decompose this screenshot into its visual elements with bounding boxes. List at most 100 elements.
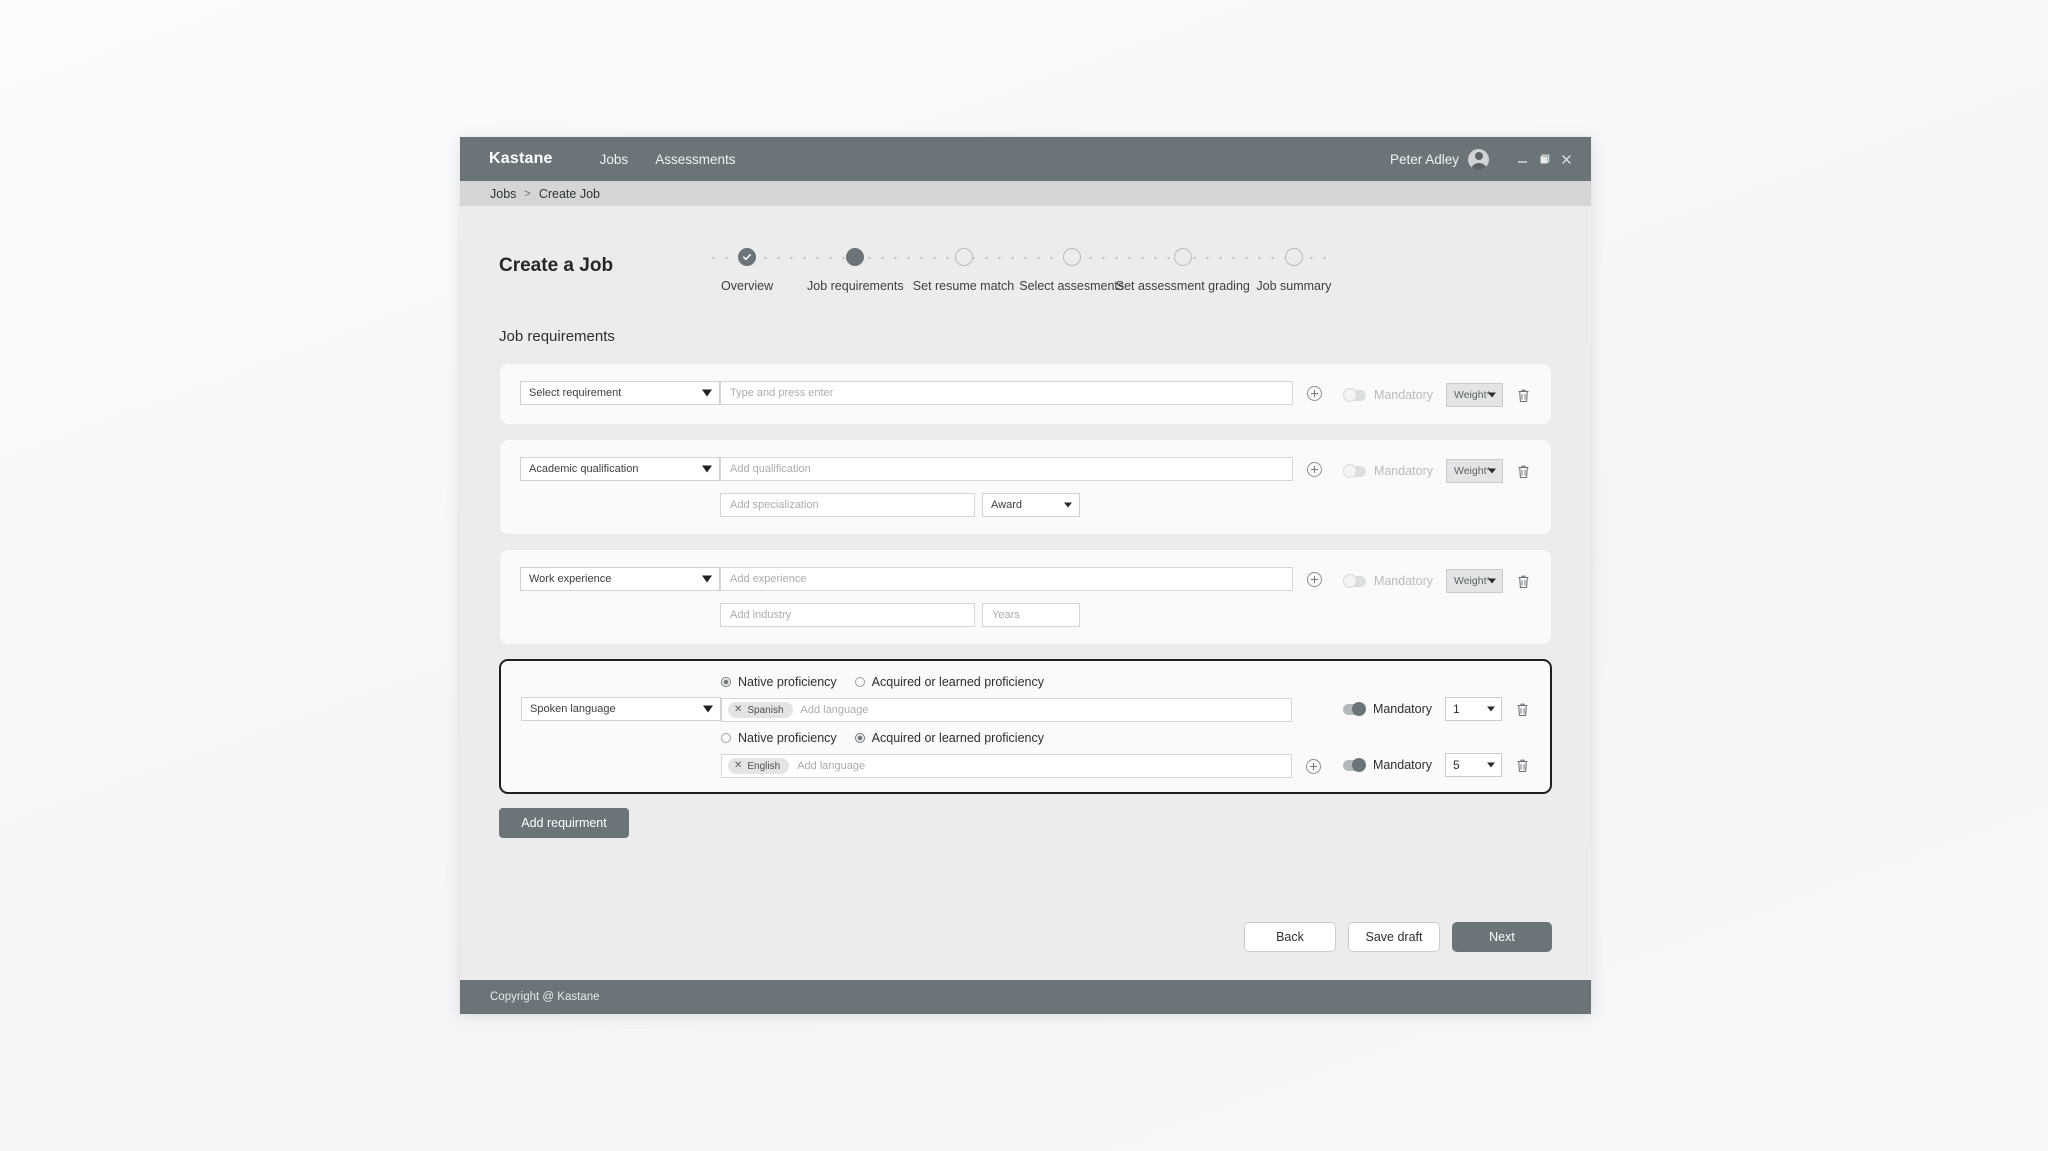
step-set-assessment-grading[interactable]: Set assessment grading (1116, 236, 1250, 293)
copyright-text: Copyright @ Kastane (490, 991, 600, 1003)
requirement-type-value: Spoken language (530, 703, 616, 715)
add-value-plus-icon[interactable] (1306, 571, 1322, 587)
step-job-requirements[interactable]: Job requirements (801, 236, 909, 293)
language-fields-column: Native proficiency Acquired or learned p… (721, 731, 1321, 778)
chevron-down-icon (1488, 392, 1496, 398)
mandatory-toggle[interactable] (1342, 574, 1366, 588)
step-label: Set assessment grading (1115, 279, 1250, 293)
language-placeholder: Add language (800, 704, 869, 716)
add-value-plus-icon[interactable] (1305, 758, 1321, 774)
years-placeholder: Years (992, 609, 1020, 621)
language-row: Spoken language Native proficiency Acqui… (521, 675, 1530, 722)
language-controls-column: Mandatory 1 (1321, 675, 1530, 721)
radio-acquired-proficiency[interactable]: Acquired or learned proficiency (854, 731, 1044, 745)
award-select[interactable]: Award (982, 493, 1080, 517)
weight-select[interactable]: Weight* (1446, 459, 1503, 483)
radio-dot-icon (854, 677, 865, 687)
toggle-knob (1351, 702, 1366, 716)
weight-select[interactable]: Weight* (1446, 569, 1503, 593)
experience-input[interactable]: Add experience (720, 567, 1293, 591)
step-job-summary[interactable]: Job summary (1240, 236, 1348, 293)
step-overview[interactable]: Overview (693, 236, 801, 293)
mandatory-label: Mandatory (1373, 388, 1433, 402)
step-set-resume-match[interactable]: Set resume match (909, 236, 1017, 293)
form-actions: Back Save draft Next (1244, 922, 1552, 952)
breadcrumb: Jobs > Create Job (460, 181, 1591, 206)
requirement-type-column: Academic qualification (520, 457, 720, 481)
minimize-icon[interactable] (1511, 148, 1533, 170)
requirement-type-value: Work experience (529, 573, 612, 585)
weight-select[interactable]: Weight* (1446, 383, 1503, 407)
next-button[interactable]: Next (1452, 922, 1552, 952)
radio-label: Acquired or learned proficiency (871, 675, 1044, 689)
requirement-type-select[interactable]: Select requirement (520, 381, 720, 405)
requirement-type-select[interactable]: Work experience (520, 567, 720, 591)
weight-select[interactable]: 5 (1445, 753, 1502, 777)
mandatory-toggle[interactable] (1342, 464, 1366, 478)
mandatory-toggle[interactable] (1342, 702, 1366, 716)
back-button[interactable]: Back (1244, 922, 1336, 952)
radio-acquired-proficiency[interactable]: Acquired or learned proficiency (854, 675, 1044, 689)
requirement-type-select[interactable]: Spoken language (521, 697, 721, 721)
requirement-type-value: Select requirement (529, 387, 622, 399)
close-icon[interactable] (1555, 148, 1577, 170)
requirement-type-select[interactable]: Academic qualification (520, 457, 720, 481)
nav-item-assessments[interactable]: Assessments (655, 152, 735, 167)
radio-dot-icon (721, 677, 731, 687)
requirement-type-column: Spoken language (521, 675, 721, 721)
window-right-cluster: Peter Adley (1390, 137, 1577, 181)
restore-icon[interactable] (1533, 148, 1555, 170)
language-fields-column: Native proficiency Acquired or learned p… (721, 675, 1321, 722)
requirement-card: Academic qualification Add qualification (499, 439, 1552, 535)
qualification-input[interactable]: Add qualification (720, 457, 1293, 481)
requirement-controls-column: Mandatory Weight* (1322, 457, 1531, 483)
requirement-card: Select requirement Type and press enter (499, 363, 1552, 425)
mandatory-label: Mandatory (1372, 758, 1432, 772)
language-chip-input[interactable]: ✕ Spanish Add language (721, 698, 1292, 722)
delete-requirement-trash-icon[interactable] (1514, 756, 1530, 774)
radio-native-proficiency[interactable]: Native proficiency (721, 675, 837, 689)
brand-logo[interactable]: Kastane (489, 150, 553, 168)
radio-dot-icon (721, 733, 731, 743)
nav-item-jobs[interactable]: Jobs (600, 152, 629, 167)
award-value: Award (991, 499, 1022, 511)
chip-label: English (747, 760, 781, 772)
breadcrumb-jobs[interactable]: Jobs (490, 187, 516, 201)
requirement-value-input[interactable]: Type and press enter (720, 381, 1293, 405)
remove-chip-icon[interactable]: ✕ (734, 761, 742, 771)
language-chip-input[interactable]: ✕ English Add language (721, 754, 1292, 778)
chevron-down-icon (1487, 706, 1495, 712)
requirement-row: Academic qualification Add qualification (500, 440, 1551, 534)
chevron-down-icon (1487, 762, 1495, 768)
mandatory-label: Mandatory (1372, 702, 1432, 716)
requirement-value-placeholder: Type and press enter (730, 387, 834, 399)
radio-label: Native proficiency (738, 731, 837, 745)
delete-requirement-trash-icon[interactable] (1515, 386, 1531, 404)
requirement-primary-line: Type and press enter (720, 381, 1322, 405)
delete-requirement-trash-icon[interactable] (1514, 700, 1530, 718)
page-title: Create a Job (499, 255, 614, 276)
chevron-down-icon (702, 465, 712, 473)
mandatory-toggle[interactable] (1342, 758, 1366, 772)
weight-select[interactable]: 1 (1445, 697, 1502, 721)
app-window: Kastane Jobs Assessments Peter Adley Job… (460, 137, 1591, 1014)
radio-native-proficiency[interactable]: Native proficiency (721, 731, 837, 745)
years-input[interactable]: Years (982, 603, 1080, 627)
delete-requirement-trash-icon[interactable] (1515, 572, 1531, 590)
avatar[interactable] (1468, 148, 1489, 170)
qualification-placeholder: Add qualification (730, 463, 811, 475)
step-select-assesments[interactable]: Select assesments (1018, 236, 1126, 293)
mandatory-toggle[interactable] (1342, 388, 1366, 402)
language-input-line: ✕ Spanish Add language (721, 698, 1321, 722)
requirement-fields-column: Type and press enter (720, 381, 1322, 405)
add-requirement-button[interactable]: Add requirment (499, 808, 629, 838)
remove-chip-icon[interactable]: ✕ (734, 705, 742, 715)
specialization-input[interactable]: Add specialization (720, 493, 975, 517)
industry-input[interactable]: Add industry (720, 603, 975, 627)
add-value-plus-icon[interactable] (1306, 461, 1322, 477)
save-draft-button[interactable]: Save draft (1348, 922, 1440, 952)
add-value-plus-icon[interactable] (1306, 385, 1322, 401)
delete-requirement-trash-icon[interactable] (1515, 462, 1531, 480)
step-dot-icon (1284, 248, 1303, 266)
